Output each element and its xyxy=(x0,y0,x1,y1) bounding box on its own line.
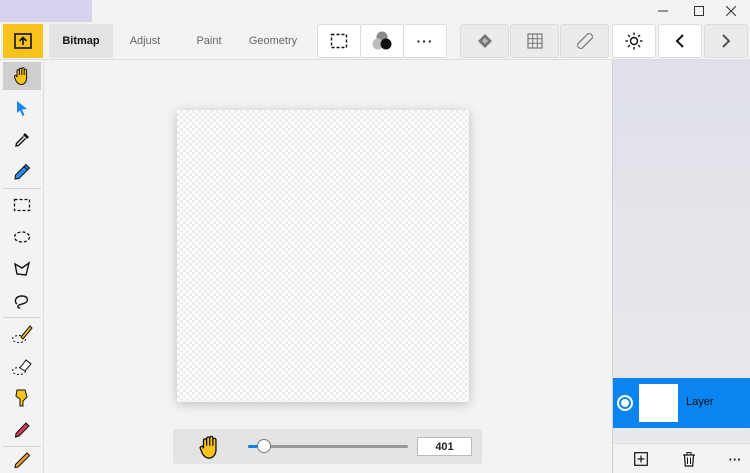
close-icon xyxy=(726,6,736,16)
polygon-lasso-icon xyxy=(14,261,31,276)
chevron-left-icon xyxy=(675,34,684,48)
eyedropper-icon xyxy=(15,133,29,147)
maximize-icon xyxy=(694,6,704,16)
rect-select-icon xyxy=(13,198,31,212)
trash-icon xyxy=(683,451,695,467)
polygon-lasso-tool[interactable] xyxy=(3,255,41,283)
zoom-slider-thumb[interactable] xyxy=(257,439,271,453)
brush-selection-tool[interactable] xyxy=(3,320,41,348)
ellipse-select-tool[interactable] xyxy=(3,223,41,251)
layers-panel: Layer ··· xyxy=(612,60,750,473)
eraser-selection-icon xyxy=(12,359,32,375)
stamp-button[interactable] xyxy=(460,24,509,58)
grid-icon xyxy=(526,33,543,49)
zoom-bar: 401 xyxy=(173,429,482,464)
minimize-icon xyxy=(658,10,668,12)
tab-bitmap[interactable]: Bitmap xyxy=(49,24,113,58)
selection-button[interactable] xyxy=(317,24,361,58)
lasso-icon xyxy=(14,295,29,309)
collapse-panel-button[interactable] xyxy=(658,24,702,58)
add-layer-button[interactable] xyxy=(631,449,651,469)
pencil-icon xyxy=(14,422,30,438)
pointer-tool[interactable] xyxy=(3,94,41,122)
more-icon: ··· xyxy=(728,451,742,467)
close-button[interactable] xyxy=(712,0,750,22)
pen-icon xyxy=(14,452,31,469)
open-file-button[interactable] xyxy=(3,24,43,58)
brightness-button[interactable] xyxy=(612,24,656,58)
layers-footer: ··· xyxy=(613,443,750,473)
ellipse-select-icon xyxy=(13,231,31,243)
transparent-canvas[interactable] xyxy=(177,110,469,402)
color-dropper-icon xyxy=(14,163,31,180)
layer-row[interactable]: Layer xyxy=(613,378,750,428)
lasso-tool[interactable] xyxy=(3,287,41,315)
zoom-slider[interactable] xyxy=(248,439,408,453)
layer-more-button[interactable]: ··· xyxy=(723,449,747,469)
blend-circles-icon xyxy=(372,31,392,50)
add-icon xyxy=(634,452,648,466)
title-bar xyxy=(0,0,750,22)
more-icon: ··· xyxy=(416,33,434,49)
ruler-button[interactable] xyxy=(560,24,609,58)
layer-name: Layer xyxy=(686,396,714,408)
hand-icon xyxy=(13,67,28,86)
sun-icon xyxy=(625,32,643,50)
fill-tool[interactable] xyxy=(3,384,41,412)
diamond-icon xyxy=(477,34,492,48)
expand-panel-button[interactable] xyxy=(704,24,748,58)
blend-button[interactable] xyxy=(360,24,404,58)
layer-thumbnail xyxy=(639,384,678,422)
fill-icon xyxy=(15,389,28,407)
pencil-tool[interactable] xyxy=(3,416,41,444)
hand-tool[interactable] xyxy=(3,62,41,90)
tab-paint[interactable]: Paint xyxy=(177,24,241,58)
tool-separator xyxy=(3,188,41,189)
color-dropper-tool[interactable] xyxy=(3,158,41,186)
brush-selection-icon xyxy=(12,325,33,343)
pointer-icon xyxy=(17,101,27,116)
eraser-selection-tool[interactable] xyxy=(3,352,41,380)
pen-tool[interactable] xyxy=(3,447,41,473)
tab-geometry[interactable]: Geometry xyxy=(241,24,305,58)
tool-sidebar xyxy=(0,60,44,473)
hand-icon[interactable] xyxy=(197,434,223,460)
rect-select-icon xyxy=(330,33,348,49)
tab-adjust[interactable]: Adjust xyxy=(113,24,177,58)
eyedropper-tool[interactable] xyxy=(3,126,41,154)
layer-visibility-radio[interactable] xyxy=(617,395,633,411)
tool-separator xyxy=(3,317,41,318)
grid-button[interactable] xyxy=(510,24,559,58)
title-accent xyxy=(0,0,92,22)
delete-layer-button[interactable] xyxy=(679,449,699,469)
minimize-button[interactable] xyxy=(644,0,682,22)
top-toolbar: Bitmap Adjust Paint Geometry ··· xyxy=(0,22,750,60)
open-file-icon xyxy=(14,33,32,49)
more-button[interactable]: ··· xyxy=(403,24,447,58)
rect-select-tool[interactable] xyxy=(3,191,41,219)
chevron-right-icon xyxy=(722,34,731,48)
zoom-value-field[interactable]: 401 xyxy=(417,437,472,456)
ruler-icon xyxy=(576,33,593,49)
